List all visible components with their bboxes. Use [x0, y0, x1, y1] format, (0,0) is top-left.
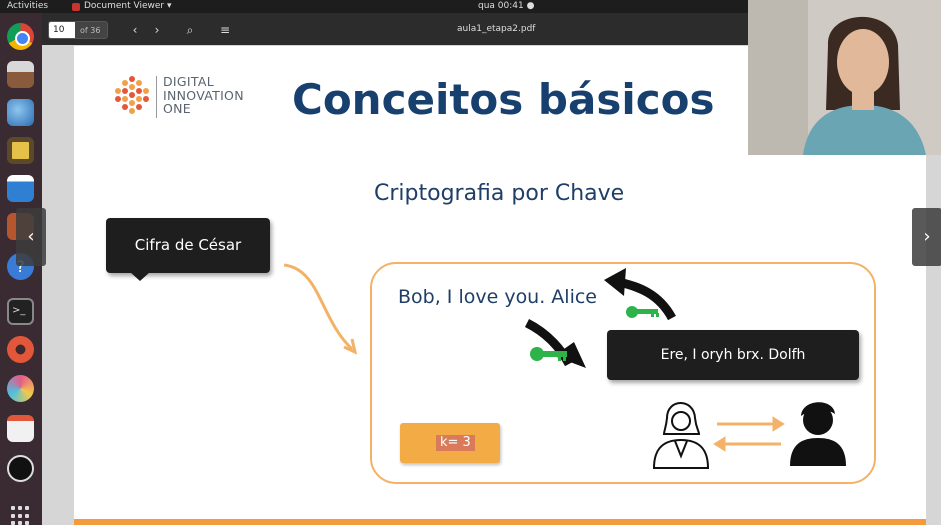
- notes-icon[interactable]: [7, 415, 34, 442]
- slide-title: Conceitos básicos: [292, 75, 715, 124]
- clock[interactable]: qua 00:41 ●: [478, 0, 534, 13]
- menu-icon[interactable]: ≡: [216, 21, 234, 39]
- apps-grid-icon[interactable]: [11, 506, 31, 525]
- files-icon[interactable]: [7, 61, 34, 88]
- obs-studio-icon[interactable]: [7, 455, 34, 482]
- dio-logo-icon: [115, 76, 149, 114]
- thunderbird-icon[interactable]: [7, 99, 34, 126]
- callout-tail: [130, 272, 150, 281]
- prev-page-icon[interactable]: ‹: [126, 21, 144, 39]
- chrome-icon[interactable]: [7, 23, 34, 50]
- obs-icon[interactable]: [7, 375, 34, 402]
- slide-bottom-strip: [74, 519, 926, 525]
- logo-text: DIGITAL INNOVATION ONE: [163, 74, 244, 116]
- key-value-box: k= 3: [400, 423, 500, 463]
- terminal-icon[interactable]: >_: [7, 298, 34, 325]
- dock: ? >_: [0, 13, 42, 525]
- presenter-video-icon: [748, 0, 941, 155]
- document-filename: aula1_etapa2.pdf: [457, 24, 536, 34]
- activities-button[interactable]: Activities: [7, 0, 48, 13]
- next-page-icon[interactable]: ›: [148, 21, 166, 39]
- slide-subtitle: Criptografia por Chave: [374, 181, 625, 206]
- webcam-overlay: [748, 0, 941, 155]
- search-icon[interactable]: ⌕: [181, 21, 199, 39]
- settings-icon[interactable]: [7, 336, 34, 363]
- rhythmbox-icon[interactable]: [7, 137, 34, 164]
- page-number-input[interactable]: 10: [49, 22, 75, 38]
- page-selector[interactable]: 10 of 36: [48, 21, 108, 39]
- encrypted-message-box: Ere, I oryh brx. Dolfh: [607, 330, 859, 380]
- page-total-label: of 36: [80, 25, 101, 35]
- curved-arrow-icon: [283, 263, 358, 355]
- app-menu[interactable]: Document Viewer ▾: [72, 0, 171, 13]
- next-slide-button[interactable]: ›: [912, 208, 941, 266]
- plain-message: Bob, I love you. Alice: [398, 286, 597, 308]
- viewer-header-bar: 10 of 36 ‹ › ⌕ ≡ aula1_etapa2.pdf: [42, 13, 750, 45]
- logo-divider: [156, 76, 157, 118]
- key-value-text: k= 3: [436, 435, 475, 451]
- screen: Activities Document Viewer ▾ qua 00:41 ●…: [0, 0, 941, 525]
- writer-icon[interactable]: [7, 175, 34, 202]
- document-viewer-icon: [72, 2, 80, 11]
- cifra-de-cesar-callout: Cifra de César: [106, 218, 270, 273]
- app-menu-label: Document Viewer ▾: [84, 1, 172, 11]
- previous-slide-button[interactable]: ‹: [16, 208, 46, 266]
